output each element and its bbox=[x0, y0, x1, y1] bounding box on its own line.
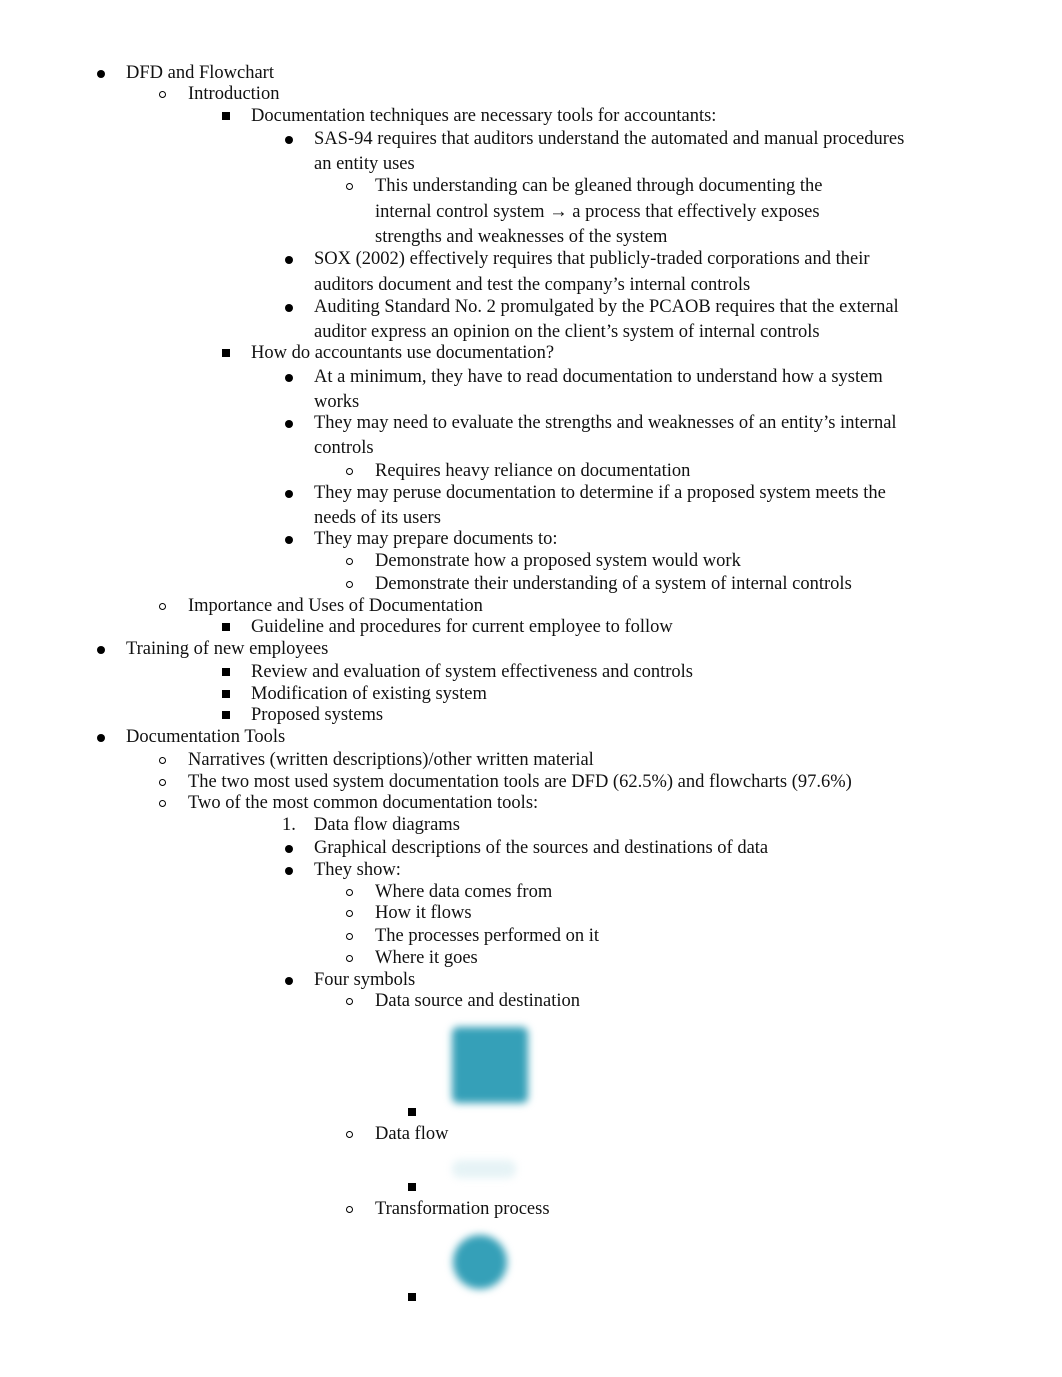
disc-bullet-icon bbox=[285, 256, 293, 264]
disc-bullet-icon bbox=[97, 70, 105, 78]
list-item-text: an entity uses bbox=[314, 154, 415, 174]
square-bullet-icon bbox=[222, 112, 230, 120]
circle-bullet-icon bbox=[346, 955, 353, 962]
list-item-text: The processes performed on it bbox=[375, 926, 599, 946]
list-item-text: Transformation process bbox=[375, 1199, 550, 1219]
circle-bullet-icon bbox=[346, 889, 353, 896]
list-item-text: Narratives (written descriptions)/other … bbox=[188, 750, 594, 770]
list-item-text: Modification of existing system bbox=[251, 684, 487, 704]
circle-bullet-icon bbox=[159, 757, 166, 764]
list-item-text: Introduction bbox=[188, 84, 280, 104]
circle-bullet-icon bbox=[346, 1131, 353, 1138]
list-item-text: Graphical descriptions of the sources an… bbox=[314, 838, 769, 858]
list-item-text: Review and evaluation of system effectiv… bbox=[251, 662, 693, 682]
circle-bullet-icon bbox=[346, 933, 353, 940]
disc-bullet-icon bbox=[285, 304, 293, 312]
square-bullet-icon bbox=[408, 1293, 416, 1301]
list-item-text: Guideline and procedures for current emp… bbox=[251, 617, 673, 637]
circle-bullet-icon bbox=[346, 998, 353, 1005]
list-item-text: controls bbox=[314, 438, 374, 458]
list-item-text: strengths and weaknesses of the system bbox=[375, 227, 668, 247]
list-item-text: The two most used system documentation t… bbox=[188, 772, 852, 792]
square-bullet-icon bbox=[222, 349, 230, 357]
list-item-text: auditors document and test the company’s… bbox=[314, 275, 751, 295]
list-item-text: Data flow bbox=[375, 1124, 449, 1144]
list-item-text: They may peruse documentation to determi… bbox=[314, 483, 886, 503]
circle-bullet-icon bbox=[159, 603, 166, 610]
data-flow-symbol-image bbox=[452, 1160, 516, 1178]
circle-bullet-icon bbox=[346, 910, 353, 917]
list-item-text: How it flows bbox=[375, 903, 472, 923]
circle-bullet-icon bbox=[346, 183, 353, 190]
square-bullet-icon bbox=[222, 711, 230, 719]
list-item-text: Proposed systems bbox=[251, 705, 384, 725]
circle-bullet-icon bbox=[159, 779, 166, 786]
list-item-text: Four symbols bbox=[314, 970, 416, 990]
list-item-text: This understanding can be gleaned throug… bbox=[375, 176, 823, 196]
circle-bullet-icon bbox=[346, 468, 353, 475]
list-item-text: They may prepare documents to: bbox=[314, 529, 558, 549]
disc-bullet-icon bbox=[285, 977, 293, 985]
list-item-text: They show: bbox=[314, 860, 401, 880]
square-bullet-icon bbox=[408, 1108, 416, 1116]
circle-bullet-icon bbox=[159, 91, 166, 98]
list-item-text: SAS-94 requires that auditors understand… bbox=[314, 129, 905, 149]
list-item-text: Demonstrate their understanding of a sys… bbox=[375, 574, 852, 594]
square-bullet-icon bbox=[222, 690, 230, 698]
square-bullet-icon bbox=[408, 1183, 416, 1191]
disc-bullet-icon bbox=[97, 646, 105, 654]
list-item-text: They may need to evaluate the strengths … bbox=[314, 413, 897, 433]
disc-bullet-icon bbox=[285, 490, 293, 498]
circle-bullet-icon bbox=[346, 558, 353, 565]
disc-bullet-icon bbox=[285, 536, 293, 544]
list-item-text: At a minimum, they have to read document… bbox=[314, 367, 883, 387]
disc-bullet-icon bbox=[285, 420, 293, 428]
list-item-text: Demonstrate how a proposed system would … bbox=[375, 551, 741, 571]
disc-bullet-icon bbox=[285, 136, 293, 144]
list-item-text: works bbox=[314, 392, 360, 412]
data-source-destination-symbol-image bbox=[452, 1027, 528, 1103]
circle-bullet-icon bbox=[346, 1206, 353, 1213]
list-item-text: DFD and Flowchart bbox=[126, 63, 274, 83]
list-item-text: Documentation Tools bbox=[126, 727, 286, 747]
disc-bullet-icon bbox=[285, 845, 293, 853]
list-item-text: Requires heavy reliance on documentation bbox=[375, 461, 691, 481]
list-item-text: Importance and Uses of Documentation bbox=[188, 596, 483, 616]
circle-bullet-icon bbox=[159, 800, 166, 807]
circle-bullet-icon bbox=[346, 581, 353, 588]
disc-bullet-icon bbox=[285, 374, 293, 382]
list-item-text: auditor express an opinion on the client… bbox=[314, 322, 820, 342]
list-item-text: Auditing Standard No. 2 promulgated by t… bbox=[314, 297, 899, 317]
list-item-text: Two of the most common documentation too… bbox=[188, 793, 539, 813]
list-item-text: Where data comes from bbox=[375, 882, 553, 902]
disc-bullet-icon bbox=[97, 734, 105, 742]
list-item-text: SOX (2002) effectively requires that pub… bbox=[314, 249, 870, 269]
list-item-text: Training of new employees bbox=[126, 639, 329, 659]
square-bullet-icon bbox=[222, 668, 230, 676]
square-bullet-icon bbox=[222, 623, 230, 631]
list-item-text: internal control system → a process that… bbox=[375, 202, 820, 222]
transformation-process-symbol-image bbox=[453, 1235, 507, 1289]
disc-bullet-icon bbox=[285, 867, 293, 875]
list-number: 1. bbox=[282, 815, 296, 835]
list-item-text: How do accountants use documentation? bbox=[251, 343, 555, 363]
list-item-text: Where it goes bbox=[375, 948, 478, 968]
list-item-text: needs of its users bbox=[314, 508, 441, 528]
list-item-text: Documentation techniques are necessary t… bbox=[251, 106, 717, 126]
list-item-text: Data source and destination bbox=[375, 991, 580, 1011]
list-item-text: Data flow diagrams bbox=[314, 815, 460, 835]
